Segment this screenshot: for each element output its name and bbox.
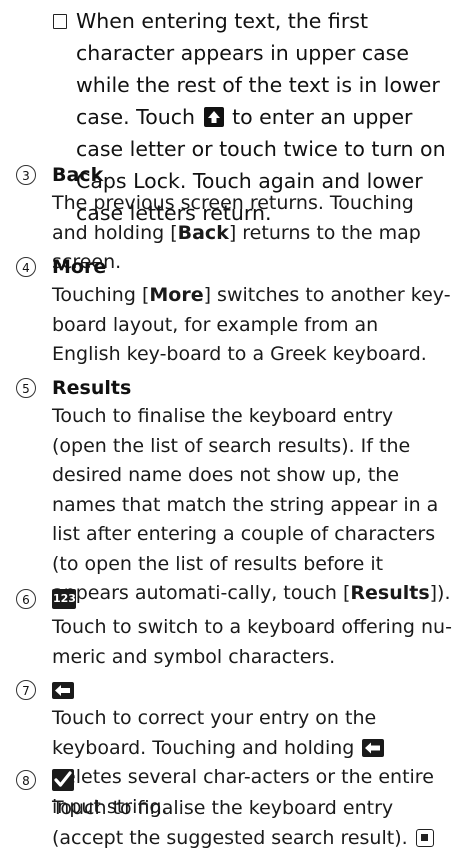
item-title: Back: [52, 164, 104, 186]
section-results: 5 Results Touch to finalise the keyboard…: [16, 374, 456, 604]
item-description: Touch to switch to a keyboard offering n…: [52, 613, 452, 672]
section-more: 4 More Touching [More] switches to anoth…: [16, 253, 456, 373]
checkmark-icon: [52, 769, 74, 791]
section-accept: 8 Touch to finalise the keyboard entry (…: [16, 766, 456, 849]
item-number: 4: [16, 257, 36, 277]
item-title: More: [52, 256, 107, 278]
item-title: Results: [52, 377, 132, 399]
shift-up-arrow-icon: [203, 107, 224, 127]
backspace-icon: [52, 682, 74, 699]
desc-bold: More: [149, 284, 204, 306]
section-backspace: 7 Touch to correct your entry on the key…: [16, 676, 456, 818]
item-number: 3: [16, 165, 36, 185]
desc-text: Touch to correct your entry on the keybo…: [52, 707, 377, 759]
item-number: 6: [16, 589, 36, 609]
item-description: Touching [More] switches to another key-…: [52, 281, 452, 370]
numeric-icon-label: 123: [53, 592, 76, 605]
end-of-section-icon: [415, 828, 434, 847]
desc-text: Touching [: [52, 284, 150, 306]
desc-bold: Back: [177, 221, 229, 244]
section-back: 3 Back The previous screen returns. Touc…: [16, 161, 456, 273]
backspace-icon: [362, 738, 385, 757]
manual-page: When entering text, the first character …: [0, 0, 460, 849]
item-number: 5: [16, 378, 36, 398]
numeric-keyboard-icon: 123: [52, 589, 76, 609]
item-description: Touch to finalise the keyboard entry (ac…: [52, 794, 452, 853]
item-description: Touch to finalise the keyboard entry (op…: [52, 402, 452, 609]
item-number: 7: [16, 680, 36, 700]
desc-text: Touch to switch to a keyboard offering n…: [52, 616, 452, 668]
item-number: 8: [16, 770, 36, 790]
desc-text: Touch to finalise the keyboard entry (op…: [52, 405, 439, 604]
desc-text: Touch to finalise the keyboard entry (ac…: [52, 797, 408, 849]
note-bullet-icon: [53, 14, 67, 29]
section-numeric: 6 123 Touch to switch to a keyboard offe…: [16, 585, 456, 673]
